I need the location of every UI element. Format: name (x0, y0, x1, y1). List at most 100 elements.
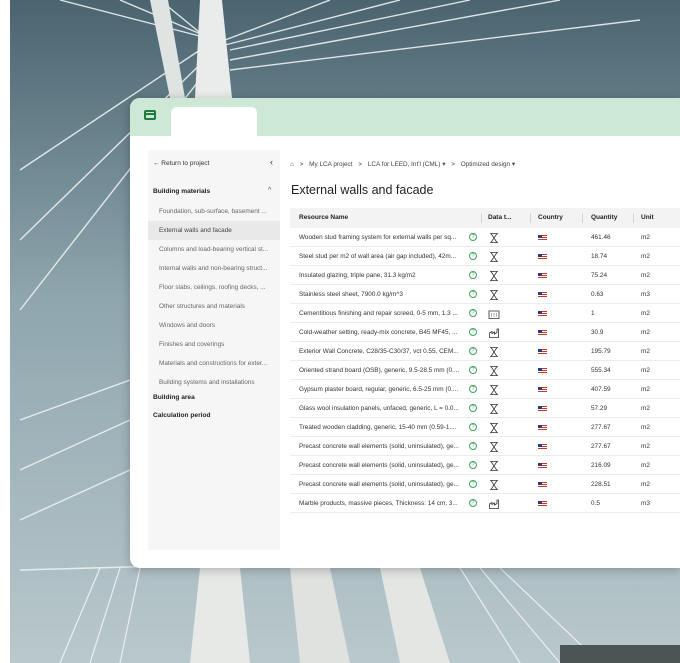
help-icon[interactable]: ? (469, 423, 477, 431)
quantity-value[interactable]: 228.51 (591, 475, 631, 494)
table-row[interactable]: Precast concrete wall elements (solid, u… (290, 437, 680, 456)
help-icon[interactable]: ? (469, 290, 477, 298)
table-row[interactable]: Precast concrete wall elements (solid, u… (290, 456, 680, 475)
quantity-value[interactable]: 555.34 (591, 361, 631, 380)
table-row[interactable]: Gypsum plaster board, regular, generic, … (290, 380, 680, 399)
resource-name[interactable]: Cold-weather setting, ready-mix concrete… (299, 323, 466, 342)
quantity-value[interactable]: 195.79 (591, 342, 631, 361)
column-header-unit[interactable]: Unit (641, 208, 654, 228)
unit-value[interactable]: m2 (641, 342, 671, 361)
return-to-project-link[interactable]: ← Return to project (153, 160, 209, 167)
quantity-value[interactable]: 0.63 (591, 285, 631, 304)
table-row[interactable]: Precast concrete wall elements (solid, u… (290, 475, 680, 494)
quantity-value[interactable]: 277.67 (591, 418, 631, 437)
resource-name[interactable]: Marble products, massive pieces, Thickne… (299, 494, 466, 513)
quantity-value[interactable]: 57.29 (591, 399, 631, 418)
table-row[interactable]: Insulated glazing, triple pane, 31.3 kg/… (290, 266, 680, 285)
table-row[interactable]: Exterior Wall Concrete, C28/35-C30/37, v… (290, 342, 680, 361)
unit-value[interactable]: m2 (641, 266, 671, 285)
column-divider[interactable] (633, 213, 634, 223)
chevron-up-icon[interactable]: ^ (268, 187, 271, 194)
sidebar-item-finishes[interactable]: Finishes and coverings (148, 335, 280, 354)
table-row[interactable]: Marble products, massive pieces, Thickne… (290, 494, 680, 513)
section-calculation-period[interactable]: Calculation period (153, 412, 211, 419)
sidebar-item-exterior-materials[interactable]: Materials and constructions for exter... (148, 354, 280, 373)
table-row[interactable]: Oriented strand board (OSB), generic, 9.… (290, 361, 680, 380)
breadcrumb-item-design[interactable]: Optimized design ▾ (461, 161, 515, 168)
table-row[interactable]: Glass wool insulation panels, unfaced, g… (290, 399, 680, 418)
help-icon[interactable]: ? (469, 252, 477, 260)
help-icon[interactable]: ? (469, 328, 477, 336)
help-icon[interactable]: ? (469, 404, 477, 412)
sidebar-item-building-systems[interactable]: Building systems and installations (148, 373, 280, 392)
sidebar-item-foundation[interactable]: Foundation, sub-surface, basement ... (148, 202, 280, 221)
resource-name[interactable]: Precast concrete wall elements (solid, u… (299, 475, 466, 494)
sidebar-item-internal-walls[interactable]: Internal walls and non-bearing struct... (148, 259, 280, 278)
help-icon[interactable]: ? (469, 499, 477, 507)
quantity-value[interactable]: 216.09 (591, 456, 631, 475)
sidebar-item-floor-slabs[interactable]: Floor slabs, ceilings, roofing decks, ..… (148, 278, 280, 297)
unit-value[interactable]: m2 (641, 323, 671, 342)
quantity-value[interactable]: 407.59 (591, 380, 631, 399)
unit-value[interactable]: m2 (641, 475, 671, 494)
table-row[interactable]: Steel stud per m2 of wall area (air gap … (290, 247, 680, 266)
resource-name[interactable]: Exterior Wall Concrete, C28/35-C30/37, v… (299, 342, 466, 361)
sidebar-item-other-structures[interactable]: Other structures and materials (148, 297, 280, 316)
help-icon[interactable]: ? (469, 271, 477, 279)
unit-value[interactable]: m2 (641, 456, 671, 475)
quantity-value[interactable]: 75.24 (591, 266, 631, 285)
column-header-country[interactable]: Country (538, 208, 563, 228)
section-building-area[interactable]: Building area (153, 394, 195, 401)
resource-name[interactable]: Gypsum plaster board, regular, generic, … (299, 380, 466, 399)
unit-value[interactable]: m2 (641, 361, 671, 380)
column-divider[interactable] (481, 213, 482, 223)
unit-value[interactable]: m2 (641, 418, 671, 437)
help-icon[interactable]: ? (469, 347, 477, 355)
help-icon[interactable]: ? (469, 480, 477, 488)
unit-value[interactable]: m2 (641, 399, 671, 418)
resource-name[interactable]: Insulated glazing, triple pane, 31.3 kg/… (299, 266, 466, 285)
table-row[interactable]: Wooden stud framing system for external … (290, 228, 680, 247)
help-icon[interactable]: ? (469, 233, 477, 241)
column-header-data-type[interactable]: Data t... (488, 208, 511, 228)
resource-name[interactable]: Precast concrete wall elements (solid, u… (299, 456, 466, 475)
unit-value[interactable]: m2 (641, 228, 671, 247)
resource-name[interactable]: Stainless steel sheet, 7900.0 kg/m^3 (299, 285, 466, 304)
quantity-value[interactable]: 1 (591, 304, 631, 323)
help-icon[interactable]: ? (469, 366, 477, 374)
unit-value[interactable]: m2 (641, 304, 671, 323)
table-row[interactable]: Cold-weather setting, ready-mix concrete… (290, 323, 680, 342)
breadcrumb-item-calculation[interactable]: LCA for LEED, Int'l (CML) ▾ (368, 161, 446, 168)
unit-value[interactable]: m2 (641, 380, 671, 399)
help-icon[interactable]: ? (469, 461, 477, 469)
help-icon[interactable]: ? (469, 442, 477, 450)
sidebar-item-columns[interactable]: Columns and load-bearing vertical st... (148, 240, 280, 259)
breadcrumb-item-project[interactable]: My LCA project (309, 161, 352, 168)
quantity-value[interactable]: 277.67 (591, 437, 631, 456)
sidebar-item-windows-doors[interactable]: Windows and doors (148, 316, 280, 335)
column-divider[interactable] (530, 213, 531, 223)
quantity-value[interactable]: 30.9 (591, 323, 631, 342)
quantity-value[interactable]: 18.74 (591, 247, 631, 266)
table-row[interactable]: Cementitious finishing and repair screed… (290, 304, 680, 323)
app-window-icon[interactable] (144, 110, 156, 120)
resource-name[interactable]: Cementitious finishing and repair screed… (299, 304, 466, 323)
resource-name[interactable]: Precast concrete wall elements (solid, u… (299, 437, 466, 456)
table-row[interactable]: Treated wooden cladding, generic, 15-40 … (290, 418, 680, 437)
column-divider[interactable] (582, 213, 583, 223)
unit-value[interactable]: m2 (641, 247, 671, 266)
resource-name[interactable]: Glass wool insulation panels, unfaced, g… (299, 399, 466, 418)
column-header-resource-name[interactable]: Resource Name (299, 208, 348, 228)
help-icon[interactable]: ? (469, 309, 477, 317)
active-tab[interactable] (171, 107, 257, 136)
resource-name[interactable]: Wooden stud framing system for external … (299, 228, 466, 247)
home-icon[interactable]: ⌂ (290, 161, 294, 168)
resource-name[interactable]: Oriented strand board (OSB), generic, 9.… (299, 361, 466, 380)
unit-value[interactable]: m3 (641, 285, 671, 304)
table-row[interactable]: Stainless steel sheet, 7900.0 kg/m^3? 0.6… (290, 285, 680, 304)
unit-value[interactable]: m3 (641, 494, 671, 513)
sidebar-item-external-walls[interactable]: External walls and facade (148, 221, 280, 240)
resource-name[interactable]: Steel stud per m2 of wall area (air gap … (299, 247, 466, 266)
help-icon[interactable]: ? (469, 385, 477, 393)
quantity-value[interactable]: 461.46 (591, 228, 631, 247)
